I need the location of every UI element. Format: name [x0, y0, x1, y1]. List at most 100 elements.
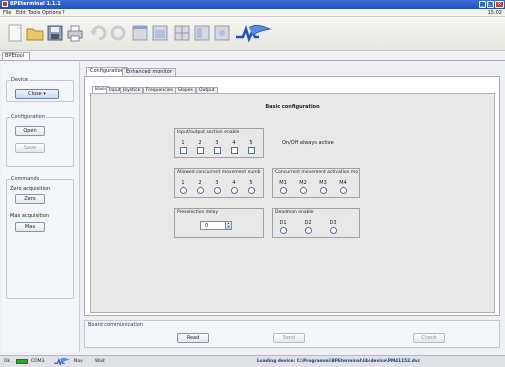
io-enable-checkbox-5[interactable] — [248, 147, 255, 154]
zero-button[interactable]: Zero — [15, 194, 45, 204]
bpe-small-logo-icon — [54, 357, 70, 366]
io-enable-checkbox-1[interactable] — [180, 147, 187, 154]
max-button[interactable]: Max — [15, 222, 45, 232]
layout-icon[interactable] — [150, 22, 170, 44]
onoff-note: On/Off always active — [282, 140, 334, 146]
io-number: 3 — [215, 140, 219, 146]
zero-acquisition-caption: Zero acquisition — [10, 186, 51, 192]
concurrent-number-radio-4[interactable] — [231, 187, 238, 194]
concurrent-number-radio-1[interactable] — [180, 187, 187, 194]
basic-tab-content — [90, 93, 495, 313]
clock: 15:02 — [487, 10, 502, 16]
activation-label: M1 — [279, 180, 287, 186]
window-title: BPEterminal 1.1.1 — [10, 1, 61, 7]
io-number: 4 — [232, 140, 236, 146]
deadman-title: Deadman enable — [275, 210, 314, 215]
page-title: Basic configuration — [265, 104, 320, 110]
undo-icon[interactable] — [88, 22, 108, 44]
max-acquisition-caption: Max acquisition — [10, 213, 50, 219]
preselection-delay-box: Preselection delay 0 ▴ ▾ — [174, 208, 264, 238]
deadman-label: D1 — [279, 220, 287, 226]
print-icon[interactable] — [65, 22, 85, 44]
port-status: COM3 — [31, 359, 45, 364]
loading-message: Loading device: C:\Programmi\BPEterminal… — [257, 359, 421, 364]
configuration-group: Configuration Open Save — [6, 114, 74, 167]
redo-icon[interactable] — [108, 22, 128, 44]
menu-edit[interactable]: Edit — [16, 10, 26, 16]
board-communication-label: Board communication — [88, 322, 143, 328]
check-button[interactable]: Check — [413, 333, 445, 343]
grid-icon[interactable] — [172, 22, 192, 44]
config-icon[interactable] — [212, 22, 232, 44]
deadman-radio-d1[interactable] — [280, 227, 287, 234]
concurrent-number-radio-5[interactable] — [248, 187, 255, 194]
preselection-delay-title: Preselection delay — [177, 210, 219, 215]
device-group-label: Device — [10, 77, 30, 83]
deadman-label: D2 — [304, 220, 312, 226]
activation-radio-m2[interactable] — [300, 187, 307, 194]
concurrent-number: 3 — [215, 180, 219, 186]
save-icon[interactable] — [45, 22, 65, 44]
connection-indicator — [16, 359, 28, 364]
concurrent-number: 4 — [232, 180, 236, 186]
concurrent-number-box: Allowed concurrent movement numb 1 2 3 4… — [174, 168, 264, 198]
menu-file[interactable]: File — [3, 10, 11, 16]
io-enable-box: Input/output section enable 1 2 3 4 5 — [174, 128, 264, 158]
concurrent-number-title: Allowed concurrent movement numb — [177, 170, 261, 175]
commands-group: Commands Zero acquisition Zero Max acqui… — [6, 176, 74, 299]
tab-enhanced-monitor[interactable]: Enhanced monitor — [122, 68, 176, 76]
activation-label: M4 — [339, 180, 347, 186]
deadman-box: Deadman enable D1 D2 D3 — [272, 208, 360, 238]
configuration-group-label: Configuration — [10, 114, 46, 120]
preselection-delay-input[interactable]: 0 ▴ ▾ — [200, 221, 232, 230]
activation-label: M2 — [299, 180, 307, 186]
window-icon[interactable] — [130, 22, 150, 44]
activation-radio-m3[interactable] — [320, 187, 327, 194]
close-device-button[interactable]: Close ▾ — [15, 89, 59, 99]
deadman-label: D3 — [329, 220, 337, 226]
send-button[interactable]: Send — [273, 333, 305, 343]
maximize-icon[interactable]: □ — [487, 1, 494, 8]
concurrent-number: 2 — [198, 180, 202, 186]
doc-tab-divider — [0, 60, 505, 61]
title-bar: BPEterminal 1.1.1 _ □ × — [0, 0, 505, 9]
panel-icon[interactable] — [192, 22, 212, 44]
activation-radio-m1[interactable] — [280, 187, 287, 194]
close-icon[interactable]: × — [495, 1, 504, 8]
io-number: 5 — [249, 140, 253, 146]
concurrent-number: 5 — [249, 180, 253, 186]
deadman-radio-d3[interactable] — [330, 227, 337, 234]
deadman-radio-d2[interactable] — [305, 227, 312, 234]
save-configuration-button[interactable]: Save — [15, 143, 45, 153]
menu-tools[interactable]: Tools — [28, 10, 40, 16]
state-status: Wait — [95, 359, 105, 364]
menu-help[interactable]: ? — [62, 10, 65, 16]
io-number: 1 — [181, 140, 185, 146]
io-enable-checkbox-3[interactable] — [214, 147, 221, 154]
io-enable-checkbox-2[interactable] — [197, 147, 204, 154]
concurrent-activation-box: Concurrent movement activation mo M1 M2 … — [272, 168, 360, 198]
open-configuration-button[interactable]: Open — [15, 126, 45, 136]
preselection-delay-value: 0 — [205, 223, 209, 229]
new-icon[interactable] — [5, 22, 25, 44]
board-communication-group: Board communication Read Send Check — [84, 320, 500, 348]
connection-status: Ok — [4, 359, 11, 364]
toolbar — [0, 17, 505, 51]
read-button[interactable]: Read — [177, 333, 209, 343]
mode-status: Nav — [74, 359, 83, 364]
activation-radio-m4[interactable] — [340, 187, 347, 194]
bpe-logo-icon — [236, 24, 271, 43]
menu-bar: File Edit Tools Options ? 15:02 — [0, 9, 505, 17]
concurrent-activation-title: Concurrent movement activation mo — [275, 170, 359, 175]
left-panel: Device Close ▾ Configuration Open Save C… — [2, 62, 80, 352]
activation-label: M3 — [319, 180, 327, 186]
concurrent-number-radio-2[interactable] — [197, 187, 204, 194]
io-enable-checkbox-4[interactable] — [231, 147, 238, 154]
spinner-icon[interactable]: ▴ ▾ — [225, 221, 231, 229]
doc-tab-bpetool[interactable]: BPEtool — [2, 52, 30, 60]
commands-group-label: Commands — [10, 176, 41, 182]
menu-options[interactable]: Options — [42, 10, 61, 16]
open-icon[interactable] — [25, 22, 45, 44]
concurrent-number-radio-3[interactable] — [214, 187, 221, 194]
minimize-icon[interactable]: _ — [479, 1, 486, 8]
